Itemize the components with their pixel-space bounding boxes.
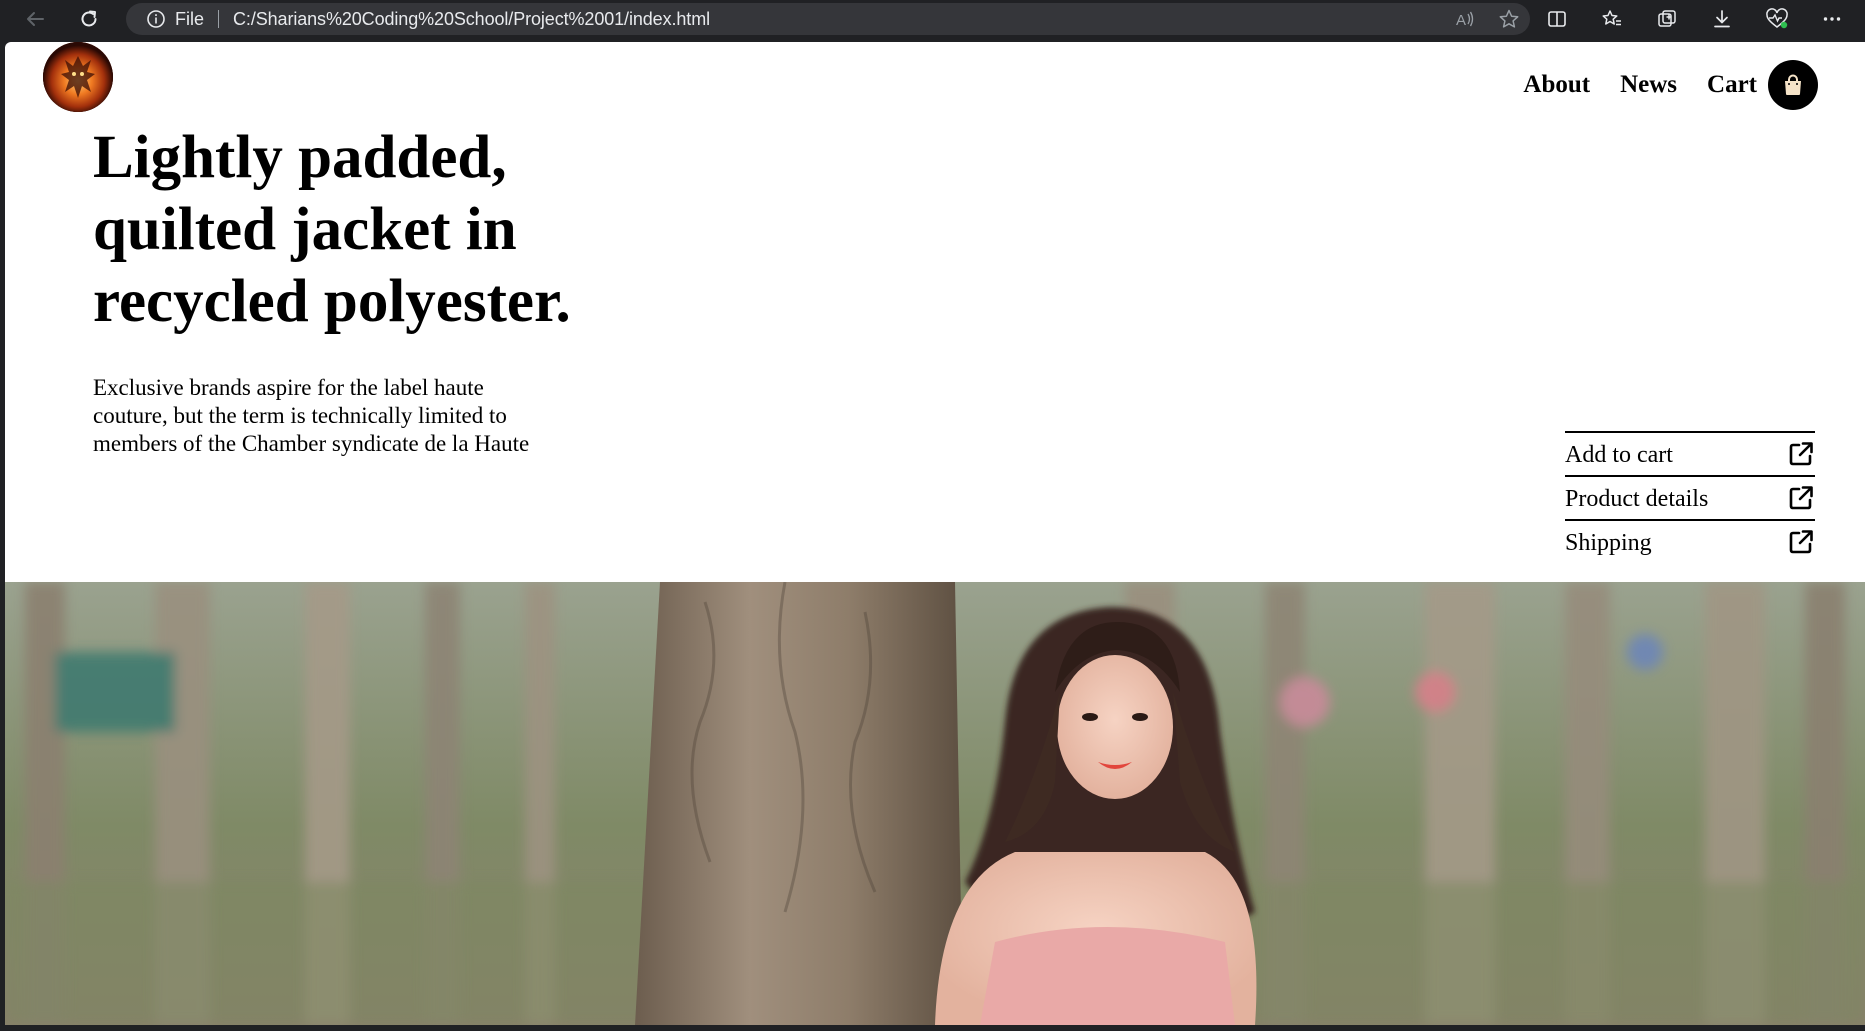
address-bar-actions: A xyxy=(1454,3,1520,35)
download-icon xyxy=(1713,10,1730,28)
downloads-button[interactable] xyxy=(1694,3,1749,35)
fire-demon-logo-icon xyxy=(43,42,113,112)
browser-essentials-button[interactable] xyxy=(1749,3,1804,35)
headline-line: Lightly padded, xyxy=(93,124,507,191)
shopping-bag-icon xyxy=(1785,74,1801,95)
reload-button[interactable] xyxy=(74,5,104,33)
add-to-cart-link[interactable]: Add to cart xyxy=(1565,431,1815,475)
description-line: members of the Chamber syndicate de la H… xyxy=(93,431,530,456)
site-info-button[interactable] xyxy=(146,9,166,29)
favorite-star-icon[interactable] xyxy=(1498,8,1520,30)
nav-link-about[interactable]: About xyxy=(1523,71,1590,99)
browser-chrome: File C:/Sharians%20Coding%20School/Proje… xyxy=(0,0,1865,38)
nav-link-cart[interactable]: Cart xyxy=(1707,71,1757,99)
url-scheme-label: File xyxy=(175,8,205,29)
heart-pulse-icon xyxy=(1765,8,1788,29)
action-label: Add to cart xyxy=(1565,441,1673,468)
description-line: couture, but the term is technically lim… xyxy=(93,403,507,428)
info-icon xyxy=(147,10,165,28)
page-viewport: About News Cart Lightly padded, quilted … xyxy=(5,42,1865,1025)
external-link-icon xyxy=(1789,486,1813,510)
more-options-icon xyxy=(1823,17,1840,21)
read-aloud-icon[interactable]: A xyxy=(1454,8,1476,30)
back-button[interactable] xyxy=(20,5,50,33)
hero-photo xyxy=(5,582,1865,1025)
description-line: Exclusive brands aspire for the label ha… xyxy=(93,375,484,400)
product-actions: Add to cart Product details Shipping xyxy=(1565,431,1815,563)
action-label: Shipping xyxy=(1565,529,1652,556)
product-description: Exclusive brands aspire for the label ha… xyxy=(93,374,613,458)
svg-text:A: A xyxy=(1456,12,1466,29)
cart-button[interactable] xyxy=(1768,60,1818,110)
settings-menu-button[interactable] xyxy=(1804,3,1859,35)
external-link-icon xyxy=(1789,530,1813,554)
headline-line: recycled polyester. xyxy=(93,268,571,335)
back-arrow-icon xyxy=(27,12,44,26)
split-screen-icon xyxy=(1547,11,1566,27)
product-headline: Lightly padded, quilted jacket in recycl… xyxy=(93,122,653,338)
headline-line: quilted jacket in xyxy=(93,196,517,263)
product-details-link[interactable]: Product details xyxy=(1565,475,1815,519)
reload-icon xyxy=(81,10,97,27)
woman-in-forest-photo xyxy=(5,582,1865,1025)
collections-icon xyxy=(1657,10,1676,27)
action-label: Product details xyxy=(1565,485,1709,512)
shipping-link[interactable]: Shipping xyxy=(1565,519,1815,563)
url-separator xyxy=(218,10,220,28)
collections-button[interactable] xyxy=(1639,3,1694,35)
favorites-list-icon xyxy=(1601,10,1621,26)
url-text[interactable]: C:/Sharians%20Coding%20School/Project%20… xyxy=(233,9,710,30)
main-nav: About News Cart xyxy=(1493,60,1818,110)
external-link-icon xyxy=(1789,442,1813,466)
browser-toolbar xyxy=(1529,3,1859,35)
split-screen-button[interactable] xyxy=(1529,3,1584,35)
site-logo[interactable] xyxy=(43,42,113,112)
favorites-button[interactable] xyxy=(1584,3,1639,35)
address-bar[interactable]: File C:/Sharians%20Coding%20School/Proje… xyxy=(126,3,1530,35)
nav-link-news[interactable]: News xyxy=(1620,71,1677,99)
